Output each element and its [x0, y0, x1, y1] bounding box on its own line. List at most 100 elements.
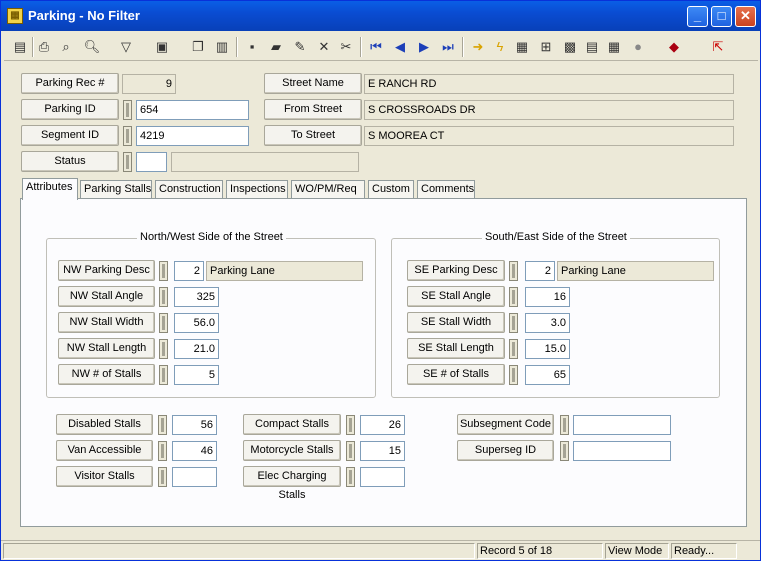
motorcycle-stalls-field[interactable]: 15 [360, 441, 405, 461]
parking-id-button[interactable]: Parking ID [21, 99, 119, 120]
compact-stalls-field[interactable]: 26 [360, 415, 405, 435]
from-street-button[interactable]: From Street [264, 99, 362, 120]
ready-indicator: Ready... [671, 543, 737, 559]
minimize-button[interactable]: _ [687, 6, 708, 27]
se-stall-width-field[interactable]: 3.0 [525, 313, 570, 333]
visitor-stalls-button[interactable]: Visitor Stalls [56, 466, 153, 487]
street-name-button[interactable]: Street Name [264, 73, 362, 94]
se-stall-length-button[interactable]: SE Stall Length [407, 338, 505, 359]
subsegment-code-button[interactable]: Subsegment Code [457, 414, 554, 435]
compact-stalls-button[interactable]: Compact Stalls [243, 414, 341, 435]
nw-length-tick [159, 339, 168, 359]
maximize-button[interactable]: □ [711, 6, 732, 27]
nw-stalls-field[interactable]: 5 [174, 365, 219, 385]
nw-angle-tick [159, 287, 168, 307]
cut-icon[interactable]: ✂ [336, 37, 356, 57]
se-stall-angle-field[interactable]: 16 [525, 287, 570, 307]
calc-icon[interactable]: ▤ [582, 37, 602, 57]
se-stall-angle-button[interactable]: SE Stall Angle [407, 286, 505, 307]
print-icon[interactable]: ⎙ [34, 37, 54, 57]
nw-stall-angle-field[interactable]: 325 [174, 287, 219, 307]
elec-charging-stalls-field[interactable] [360, 467, 405, 487]
superseg-id-button[interactable]: Superseg ID [457, 440, 554, 461]
van-accessible-field[interactable]: 46 [172, 441, 217, 461]
street-name-field: E RANCH RD [364, 74, 734, 94]
subsegment-code-field[interactable] [573, 415, 671, 435]
segment-id-tick [123, 126, 132, 146]
tab-inspections[interactable]: Inspections [226, 180, 288, 199]
book-icon[interactable]: ◆ [664, 37, 684, 57]
subseg-tick [560, 415, 569, 435]
lightning-icon[interactable]: ϟ [490, 37, 510, 57]
se-parking-desc-button[interactable]: SE Parking Desc [407, 260, 505, 281]
last-record-icon[interactable]: ⏭ [438, 37, 458, 57]
nw-desc-text-field: Parking Lane [206, 261, 363, 281]
copy-icon[interactable]: ❐ [188, 37, 208, 57]
parking-id-tick [123, 100, 132, 120]
se-desc-code-field[interactable]: 2 [525, 261, 555, 281]
se-stall-width-button[interactable]: SE Stall Width [407, 312, 505, 333]
filter-icon[interactable]: ▽ [116, 37, 136, 57]
se-stall-length-field[interactable]: 15.0 [525, 339, 570, 359]
status-button[interactable]: Status [21, 151, 119, 172]
tab-construction[interactable]: Construction [155, 180, 223, 199]
motorcycle-stalls-button[interactable]: Motorcycle Stalls [243, 440, 341, 461]
tab-comments[interactable]: Comments [417, 180, 475, 199]
map-icon[interactable]: ▦ [512, 37, 532, 57]
exit-icon[interactable]: ⇱ [708, 37, 728, 57]
se-stalls-tick [509, 365, 518, 385]
pencil-icon[interactable]: ✎ [290, 37, 310, 57]
paste-icon[interactable]: ▥ [212, 37, 232, 57]
disabled-tick [158, 415, 167, 435]
compact-tick [346, 415, 355, 435]
search-icon[interactable]: 🔍︎ [82, 37, 102, 57]
tab-custom[interactable]: Custom [368, 180, 414, 199]
se-stalls-button[interactable]: SE # of Stalls [407, 364, 505, 385]
tab-wo-pm-req[interactable]: WO/PM/Req [291, 180, 365, 199]
disk-icon[interactable]: ▪ [242, 37, 262, 57]
disabled-stalls-button[interactable]: Disabled Stalls [56, 414, 153, 435]
se-stalls-field[interactable]: 65 [525, 365, 570, 385]
disabled-stalls-field[interactable]: 56 [172, 415, 217, 435]
books-icon[interactable]: ▰ [266, 37, 286, 57]
tab-attributes[interactable]: Attributes [22, 178, 78, 200]
nw-parking-desc-button[interactable]: NW Parking Desc [58, 260, 155, 281]
elec-charging-stalls-button[interactable]: Elec Charging Stalls [243, 466, 341, 501]
nw-stall-width-field[interactable]: 56.0 [174, 313, 219, 333]
status-bar: Record 5 of 18 View Mode Ready... [1, 540, 760, 560]
status-code-field[interactable] [136, 152, 167, 172]
goto-icon[interactable]: ➜ [468, 37, 488, 57]
status-desc-field [171, 152, 359, 172]
nw-stall-length-field[interactable]: 21.0 [174, 339, 219, 359]
nw-stall-width-button[interactable]: NW Stall Width [58, 312, 155, 333]
delete-icon[interactable]: ✕ [314, 37, 334, 57]
superseg-id-field[interactable] [573, 441, 671, 461]
nw-stall-length-button[interactable]: NW Stall Length [58, 338, 155, 359]
segment-id-button[interactable]: Segment ID [21, 125, 119, 146]
prev-record-icon[interactable]: ◀ [390, 37, 410, 57]
list-icon[interactable]: ▤ [10, 37, 30, 57]
tab-parking-stalls[interactable]: Parking Stalls [80, 180, 152, 199]
first-record-icon[interactable]: ⏮ [366, 37, 386, 57]
to-street-button[interactable]: To Street [264, 125, 362, 146]
from-street-field: S CROSSROADS DR [364, 100, 734, 120]
visitor-stalls-field[interactable] [172, 467, 217, 487]
nw-stalls-button[interactable]: NW # of Stalls [58, 364, 155, 385]
segment-id-field[interactable]: 4219 [136, 126, 249, 146]
globe-icon[interactable]: ● [628, 37, 648, 57]
preview-icon[interactable]: ⌕ [56, 37, 76, 57]
van-accessible-button[interactable]: Van Accessible [56, 440, 153, 461]
grid-icon[interactable]: ▦ [604, 37, 624, 57]
se-width-tick [509, 313, 518, 333]
status-tick [123, 152, 132, 172]
parking-id-field[interactable]: 654 [136, 100, 249, 120]
tree-icon[interactable]: ⊞ [536, 37, 556, 57]
nw-stall-angle-button[interactable]: NW Stall Angle [58, 286, 155, 307]
nw-desc-code-field[interactable]: 2 [174, 261, 204, 281]
chart-icon[interactable]: ▩ [560, 37, 580, 57]
report-icon[interactable]: ▣ [152, 37, 172, 57]
mode-indicator: View Mode [605, 543, 669, 559]
next-record-icon[interactable]: ▶ [414, 37, 434, 57]
se-desc-text-field: Parking Lane [557, 261, 714, 281]
close-button[interactable]: ✕ [735, 6, 756, 27]
